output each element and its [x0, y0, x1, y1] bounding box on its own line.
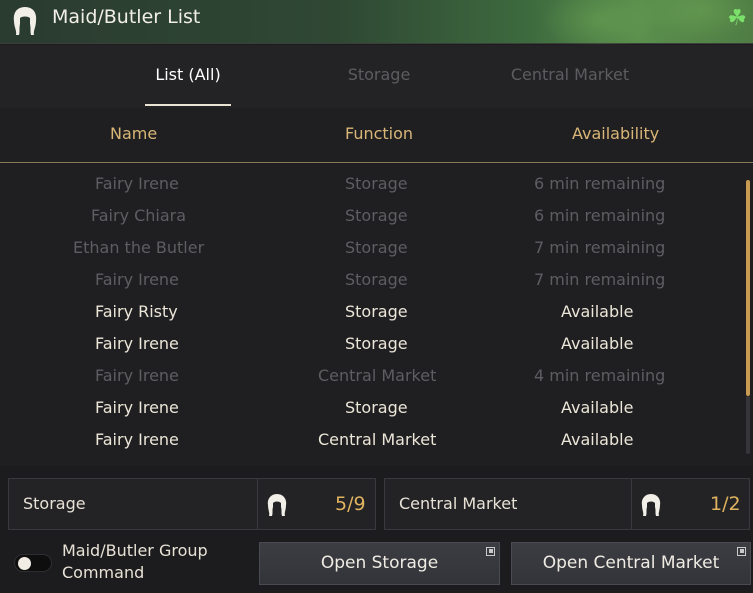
- row-function: Storage: [345, 334, 408, 353]
- column-header-name[interactable]: Name: [110, 124, 157, 143]
- maid-head-icon: [641, 494, 661, 516]
- row-availability: Available: [561, 398, 634, 417]
- title-bar: Maid/Butler List ☘: [0, 0, 753, 50]
- row-name: Fairy Chiara: [91, 206, 187, 225]
- row-function: Central Market: [318, 366, 437, 385]
- row-name: Fairy Irene: [95, 174, 179, 193]
- column-header-function[interactable]: Function: [345, 124, 413, 143]
- row-name: Ethan the Butler: [73, 238, 205, 257]
- row-availability: 7 min remaining: [534, 238, 666, 257]
- table-row[interactable]: Fairy Irene Central Market 4 min remaini…: [0, 360, 740, 392]
- scrollbar-thumb[interactable]: [746, 180, 750, 396]
- tab-storage[interactable]: Storage: [335, 65, 423, 84]
- divider: [257, 479, 258, 529]
- open-central-market-button[interactable]: Open Central Market: [511, 542, 751, 585]
- active-tab-indicator: [145, 104, 231, 106]
- table-row[interactable]: Fairy Irene Storage 7 min remaining: [0, 264, 740, 296]
- clover-icon: ☘: [727, 6, 747, 31]
- table-header: Name Function Availability: [0, 108, 753, 163]
- row-availability: 6 min remaining: [534, 174, 666, 193]
- storage-summary-panel: Storage 5/9: [8, 478, 376, 530]
- open-storage-label: Open Storage: [320, 553, 439, 573]
- row-name: Fairy Irene: [95, 398, 179, 417]
- open-storage-button[interactable]: Open Storage: [259, 542, 500, 585]
- scrollbar-track[interactable]: [746, 396, 750, 454]
- row-function: Storage: [345, 270, 408, 289]
- row-availability: 7 min remaining: [534, 270, 666, 289]
- external-window-icon: [737, 547, 746, 556]
- row-function: Storage: [345, 398, 408, 417]
- window-title: Maid/Butler List: [52, 6, 201, 28]
- table-row[interactable]: Fairy Irene Storage 6 min remaining: [0, 168, 740, 200]
- tab-central-market[interactable]: Central Market: [500, 65, 640, 84]
- group-command-label-line2: Command: [62, 563, 145, 582]
- table-row[interactable]: Ethan the Butler Storage 7 min remaining: [0, 232, 740, 264]
- external-window-icon: [486, 547, 495, 556]
- row-function: Central Market: [318, 430, 437, 449]
- row-function: Storage: [345, 302, 408, 321]
- market-summary-label: Central Market: [399, 494, 518, 513]
- row-name: Fairy Risty: [95, 302, 178, 321]
- table-row[interactable]: Fairy Irene Storage Available: [0, 328, 740, 360]
- maid-head-icon: [267, 494, 287, 516]
- column-header-availability[interactable]: Availability: [572, 124, 659, 143]
- row-function: Storage: [345, 174, 408, 193]
- group-command-label-line1: Maid/Butler Group: [62, 541, 208, 560]
- row-availability: Available: [561, 430, 634, 449]
- tab-bar: List (All) Storage Central Market: [0, 45, 753, 108]
- storage-summary-label: Storage: [23, 494, 86, 513]
- row-name: Fairy Irene: [95, 430, 179, 449]
- row-availability: 6 min remaining: [534, 206, 666, 225]
- toggle-knob: [18, 557, 31, 570]
- maid-head-icon: [13, 7, 37, 35]
- market-count: 1/2: [710, 493, 741, 515]
- row-name: Fairy Irene: [95, 334, 179, 353]
- table-row[interactable]: Fairy Chiara Storage 6 min remaining: [0, 200, 740, 232]
- market-summary-panel: Central Market 1/2: [384, 478, 750, 530]
- table-row[interactable]: Fairy Risty Storage Available: [0, 296, 740, 328]
- row-availability: 4 min remaining: [534, 366, 666, 385]
- row-name: Fairy Irene: [95, 270, 179, 289]
- table-row[interactable]: Fairy Irene Central Market Available: [0, 424, 740, 456]
- open-central-market-label: Open Central Market: [542, 553, 720, 573]
- row-function: Storage: [345, 206, 408, 225]
- row-function: Storage: [345, 238, 408, 257]
- storage-count: 5/9: [335, 493, 366, 515]
- tab-list-all[interactable]: List (All): [145, 65, 231, 84]
- row-availability: Available: [561, 302, 634, 321]
- group-command-label: Maid/Butler Group Command: [62, 540, 232, 584]
- row-availability: Available: [561, 334, 634, 353]
- maid-list: Fairy Irene Storage 6 min remaining Fair…: [0, 164, 753, 466]
- group-command-toggle[interactable]: [14, 554, 52, 572]
- row-name: Fairy Irene: [95, 366, 179, 385]
- table-row[interactable]: Fairy Irene Storage Available: [0, 392, 740, 424]
- divider: [631, 479, 632, 529]
